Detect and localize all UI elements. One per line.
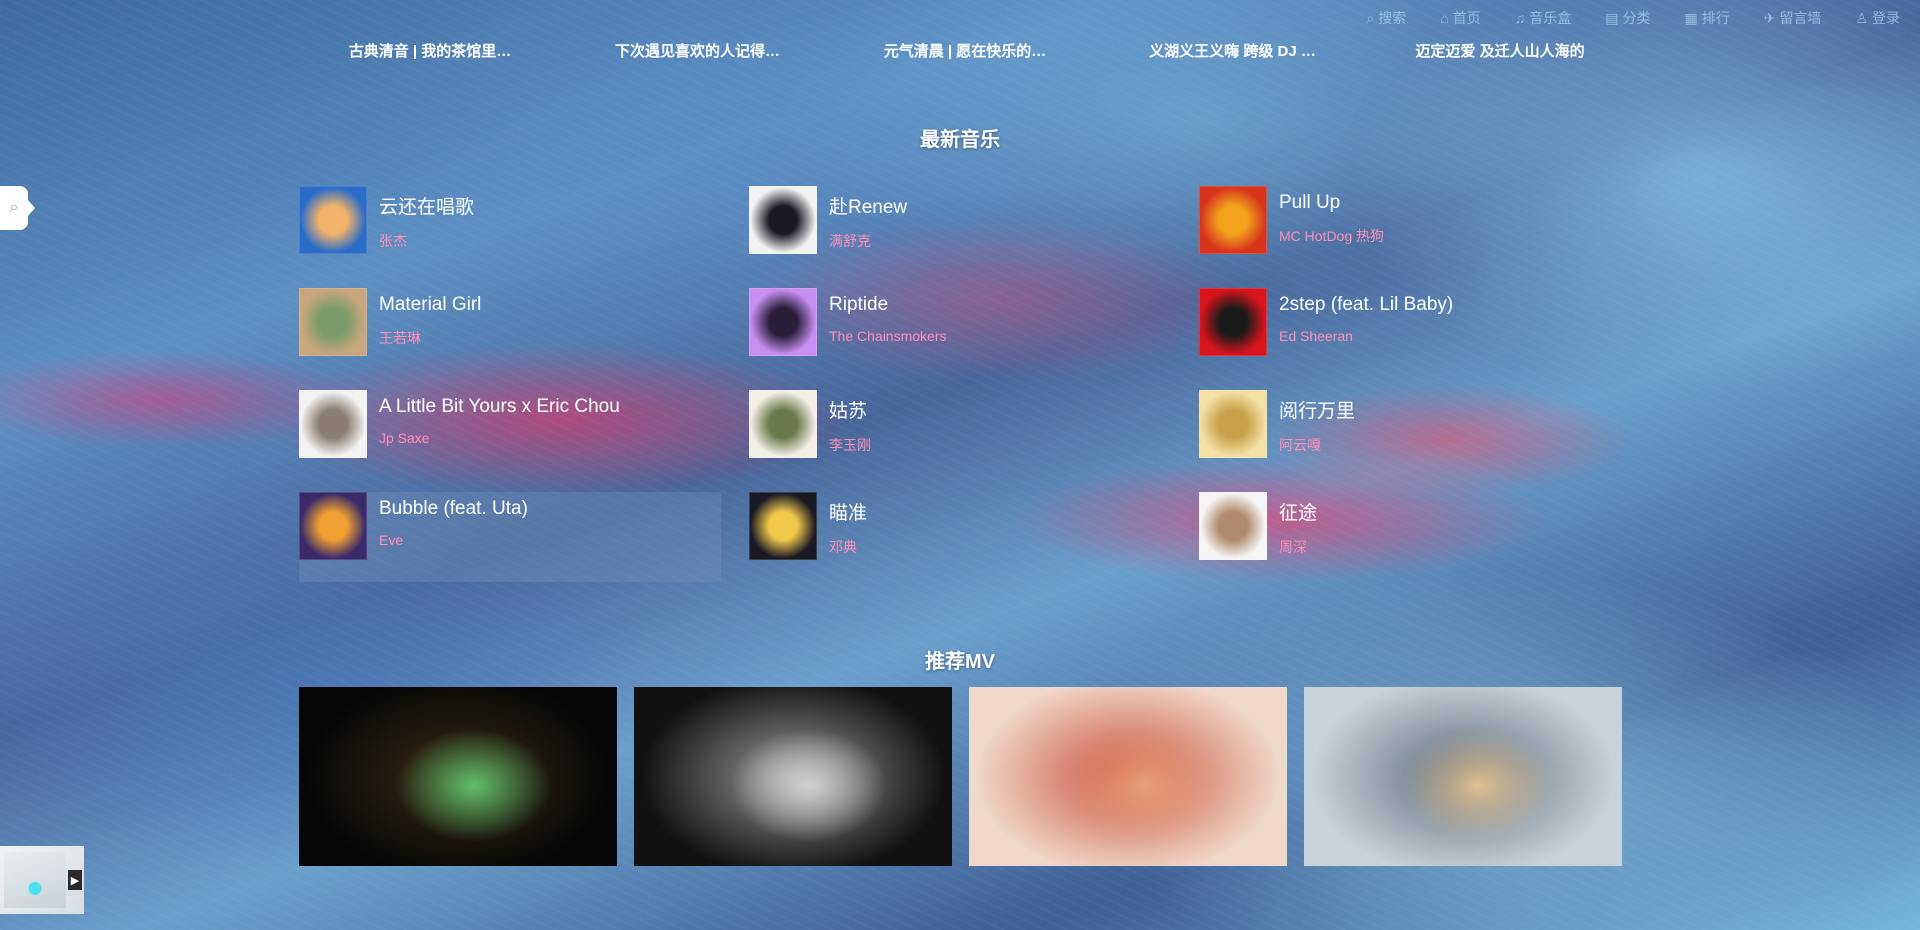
song-title: Bubble (feat. Uta) [379, 498, 528, 519]
album-cover [749, 390, 817, 458]
song-title: 瞄准 [829, 503, 868, 524]
song-title: 姑苏 [829, 401, 868, 422]
nav-item-message[interactable]: ✈ 留言墙 [1764, 8, 1822, 28]
message-icon: ✈ [1763, 9, 1776, 26]
nav-item-label: 音乐盒 [1529, 10, 1572, 26]
nav-item-label: 留言墙 [1779, 10, 1822, 26]
latest-music-grid: 云还在唱歌张杰 赴Renew 满舒克 Pull Up MC HotDog 热狗 Mater… [299, 186, 1649, 594]
song-title: Material Girl [379, 294, 482, 315]
nav-item-label: 搜索 [1378, 10, 1407, 26]
mv-thumbnail[interactable] [969, 687, 1287, 866]
user-icon: ♙ [1855, 9, 1868, 26]
album-cover [749, 186, 817, 254]
song-artist[interactable]: MC HotDog 热狗 [1279, 226, 1384, 246]
recommended-mv-title: 推荐MV [925, 651, 995, 673]
song-title: A Little Bit Yours x Eric Chou [379, 396, 620, 417]
nav-item-label: 登录 [1872, 10, 1900, 26]
song-item[interactable]: 云还在唱歌 张杰 [299, 186, 721, 276]
search-icon: ⌕ [1366, 9, 1375, 26]
song-item[interactable]: Bubble (feat. Uta) Eve [299, 492, 721, 582]
album-cover [1199, 186, 1267, 254]
mini-player[interactable]: ▶ [0, 846, 84, 914]
category-icon: ▤ [1605, 9, 1619, 26]
song-artist[interactable]: 李玉刚 [829, 435, 871, 455]
album-cover [1199, 390, 1267, 458]
song-artist[interactable]: 满舒克 [829, 231, 907, 251]
song-item[interactable]: 阅行万里 阿云嘎 [1199, 390, 1621, 480]
playlist-link[interactable]: 元气清晨 | 愿在快乐的… [855, 40, 1075, 61]
playlist-link[interactable]: 下次遇见喜欢的人记得… [588, 40, 808, 61]
nav-item-category[interactable]: ▤ 分类 [1605, 8, 1650, 28]
mv-thumbnail[interactable] [634, 687, 952, 866]
album-cover [299, 288, 367, 356]
song-item[interactable]: Material Girl 王若琳 [299, 288, 721, 378]
song-title: 阅行万里 [1279, 401, 1356, 422]
song-artist[interactable]: 阿云嘎 [1279, 435, 1355, 455]
album-cover [749, 492, 817, 560]
song-artist[interactable]: 周深 [1279, 537, 1317, 557]
song-item[interactable]: 2step (feat. Lil Baby) Ed Sheeran [1199, 288, 1621, 378]
song-title: Riptide [829, 294, 889, 315]
song-title: Pull Up [1279, 192, 1341, 213]
song-item[interactable]: 姑苏 李玉刚 [749, 390, 1171, 480]
playlist-link[interactable]: 义湖义王义嗨 跨级 DJ … [1123, 40, 1343, 61]
song-artist[interactable]: Eve [379, 532, 528, 548]
song-artist[interactable]: Ed Sheeran [1279, 328, 1453, 344]
home-icon: ⌂ [1440, 10, 1449, 26]
playlist-icon: ♫ [1514, 10, 1526, 26]
album-cover [299, 492, 367, 560]
latest-music-title: 最新音乐 [920, 129, 1000, 151]
nav-item-user[interactable]: ♙ 登录 [1855, 8, 1900, 28]
recommended-mv-list [299, 687, 1622, 866]
playlist-link[interactable]: 迈定迈爱 及迁人山人海的 [1390, 40, 1610, 61]
mini-player-artwork [4, 852, 66, 908]
song-item[interactable]: A Little Bit Yours x Eric Chou Jp Saxe [299, 390, 721, 480]
nav-item-playlist[interactable]: ♫ 音乐盒 [1515, 8, 1572, 28]
playlist-ticker: 古典清音 | 我的茶馆里… 下次遇见喜欢的人记得… 元气清晨 | 愿在快乐的… 义湖义… [320, 40, 1610, 61]
song-artist[interactable]: 王若琳 [379, 328, 481, 348]
search-icon: ⌕ [9, 199, 19, 216]
song-artist[interactable]: The Chainsmokers [829, 328, 947, 344]
album-cover [1199, 492, 1267, 560]
nav-item-label: 分类 [1622, 10, 1651, 26]
song-artist[interactable]: Jp Saxe [379, 430, 620, 446]
nav-item-search[interactable]: ⌕ 搜索 [1366, 8, 1406, 28]
grid-icon: ▦ [1684, 9, 1698, 26]
song-title: 赴Renew [829, 197, 908, 218]
song-item[interactable]: 征途 周深 [1199, 492, 1621, 582]
song-artist[interactable]: 邓典 [829, 537, 867, 557]
song-title: 征途 [1279, 503, 1318, 524]
song-item[interactable]: 瞄准 邓典 [749, 492, 1171, 582]
nav-item-label: 首页 [1452, 10, 1481, 26]
album-cover [299, 390, 367, 458]
album-cover [299, 186, 367, 254]
song-item[interactable]: 赴Renew 满舒克 [749, 186, 1171, 276]
mv-thumbnail[interactable] [1304, 687, 1622, 866]
nav-item-home[interactable]: ⌂ 首页 [1440, 8, 1480, 28]
album-cover [1199, 288, 1267, 356]
song-title: 云还在唱歌 [379, 197, 475, 218]
song-artist[interactable]: 张杰 [379, 231, 474, 251]
top-navigation: ⌕ 搜索 ⌂ 首页 ♫ 音乐盒 ▤ 分类 ▦ 排行 ✈ 留言墙 ♙ 登录 [1366, 8, 1900, 28]
playlist-link[interactable]: 古典清音 | 我的茶馆里… [320, 40, 540, 61]
album-cover [749, 288, 817, 356]
mv-thumbnail[interactable] [299, 687, 617, 866]
nav-item-grid[interactable]: ▦ 排行 [1684, 8, 1729, 28]
song-item[interactable]: Riptide The Chainsmokers [749, 288, 1171, 378]
song-item[interactable]: Pull Up MC HotDog 热狗 [1199, 186, 1621, 276]
song-title: 2step (feat. Lil Baby) [1279, 294, 1454, 315]
side-search-toggle[interactable]: ⌕ [0, 186, 35, 230]
nav-item-label: 排行 [1701, 10, 1730, 26]
play-icon[interactable]: ▶ [68, 870, 82, 890]
